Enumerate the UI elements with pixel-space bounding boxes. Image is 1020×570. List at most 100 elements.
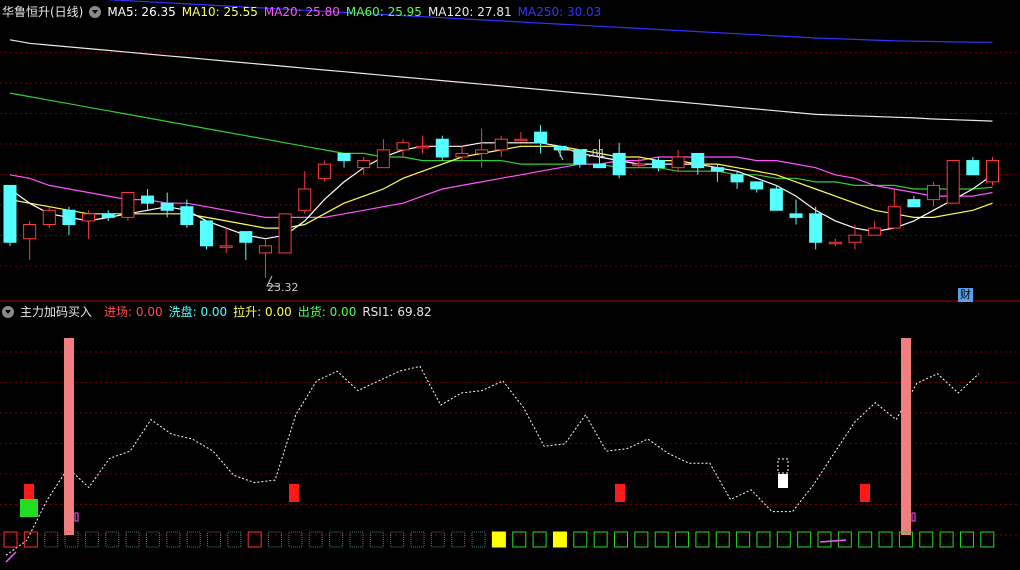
- candle-body: [750, 181, 764, 190]
- candle-body: [42, 209, 56, 226]
- main-panel-header: 华鲁恒升(日线) MA5: 26.35 MA10: 25.55 MA20: 25.80…: [2, 3, 613, 21]
- low-price-label: 23.32: [267, 281, 299, 294]
- candle-body: [946, 160, 960, 204]
- state-cell: [817, 531, 832, 548]
- candle-body: [141, 195, 155, 204]
- indicator-legend: 进场: 0.00 洗盘: 0.00 拉升: 0.00 出货: 0.00 RSI1: 69…: [104, 305, 438, 319]
- candle-body: [927, 184, 941, 201]
- indicator-value-3: 出货: 0.00: [297, 305, 357, 319]
- state-cell: [44, 531, 59, 548]
- candle-body: [632, 163, 646, 167]
- candle-body: [730, 174, 744, 183]
- state-cell: [878, 531, 893, 548]
- indicator-value-0: 进场: 0.00: [104, 305, 163, 319]
- ma10-line: [9, 145, 993, 229]
- state-cell: [797, 531, 812, 548]
- candle-body: [180, 206, 194, 226]
- ma-label-4: MA120: 27.81: [427, 5, 512, 19]
- candle-body: [278, 213, 292, 254]
- rsi-low-mark: [5, 551, 17, 563]
- candle-body: [848, 234, 862, 243]
- candle-body: [317, 163, 331, 179]
- candle-body: [200, 220, 213, 247]
- small-marker: [74, 512, 79, 522]
- stock-chart: [0, 0, 1020, 563]
- state-cell: [207, 531, 221, 548]
- state-cell: [736, 531, 751, 548]
- candle-body: [966, 160, 980, 176]
- candle-body: [160, 202, 174, 211]
- candle-body: [258, 245, 272, 254]
- candle-body: [789, 213, 803, 218]
- candle-body: [475, 149, 489, 154]
- candle-body: [239, 231, 253, 243]
- candle-body: [809, 213, 823, 243]
- ma-label-5: MA250: 30.03: [517, 5, 602, 19]
- collapse-icon[interactable]: [89, 6, 102, 18]
- state-cell: [919, 531, 934, 548]
- state-cell: [593, 531, 608, 548]
- candle-body: [357, 160, 371, 169]
- state-cell: [532, 531, 547, 548]
- candle-body: [101, 213, 115, 218]
- state-cell: [512, 531, 527, 548]
- state-cell: [980, 531, 995, 548]
- ma-label-3: MA60: 25.95: [345, 5, 422, 19]
- state-cell: [695, 531, 710, 548]
- state-cell: [166, 531, 181, 548]
- ma-label-1: MA10: 25.55: [181, 5, 258, 19]
- indicator-value-2: 拉升: 0.00: [233, 305, 292, 319]
- candle-body: [593, 163, 606, 169]
- high-price-label: 27.81: [574, 147, 606, 160]
- state-cell: [186, 531, 201, 548]
- candle-body: [907, 199, 921, 208]
- finance-badge[interactable]: 财: [958, 288, 973, 302]
- candle-body: [455, 152, 469, 158]
- candle-body: [534, 131, 548, 144]
- state-cell: [268, 531, 283, 548]
- signal-white-outline: [777, 458, 789, 474]
- state-cell: [227, 531, 242, 548]
- candle-body: [396, 142, 410, 151]
- ma120-line: [9, 39, 993, 122]
- state-cell: [939, 531, 954, 548]
- candle-body: [416, 145, 430, 149]
- state-cell: [573, 531, 588, 548]
- candle-body: [376, 149, 390, 169]
- state-cell: [3, 531, 18, 548]
- candle-body: [986, 160, 999, 183]
- state-cell: [634, 531, 649, 548]
- candle-body: [828, 241, 842, 245]
- candle-body: [82, 213, 96, 222]
- state-cell: [84, 531, 99, 548]
- collapse-icon[interactable]: [2, 306, 14, 318]
- ma-label-0: MA5: 26.35: [107, 5, 176, 19]
- state-cell: [247, 531, 262, 548]
- state-cell: [959, 531, 974, 548]
- candle-body: [612, 152, 626, 176]
- candle-body: [651, 160, 665, 169]
- candle-body: [121, 192, 135, 218]
- signal-red-square: [289, 484, 299, 502]
- candle-body: [298, 188, 312, 211]
- candle-body: [691, 152, 705, 169]
- entry-bar: [901, 338, 911, 535]
- candle-body: [494, 138, 508, 151]
- state-cell: [675, 531, 690, 548]
- state-cell: [125, 531, 140, 548]
- candle-body: [553, 145, 567, 151]
- signal-green-square: [20, 499, 38, 517]
- state-cell: [654, 531, 669, 548]
- candle-body: [671, 156, 685, 169]
- state-cell: [288, 531, 303, 548]
- candle-body: [219, 245, 233, 248]
- signal-red-square: [860, 484, 870, 502]
- signal-white-square: [778, 474, 788, 488]
- candle-body: [514, 138, 528, 142]
- state-cell: [23, 531, 38, 548]
- indicator-value-1: 洗盘: 0.00: [168, 305, 228, 319]
- state-cell: [369, 531, 384, 548]
- candle-body: [62, 209, 76, 226]
- candle-body: [887, 206, 901, 229]
- candle-body: [3, 184, 17, 243]
